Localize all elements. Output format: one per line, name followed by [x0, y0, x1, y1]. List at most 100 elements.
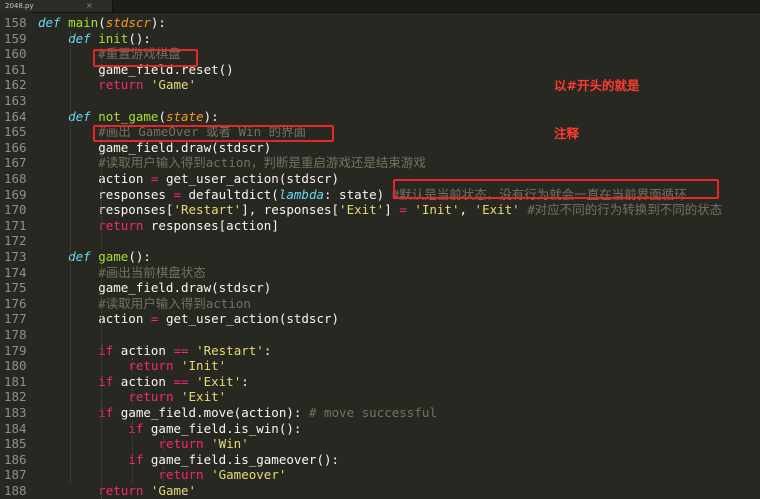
indent-guide	[163, 467, 164, 483]
code-token: ):	[150, 15, 166, 30]
code-token: get_user_action(stdscr)	[158, 171, 340, 186]
line-number: 166	[4, 139, 27, 155]
code-token: :	[241, 373, 249, 389]
code-token: ):	[203, 108, 219, 124]
code-line[interactable]: 186 if game_field.is_gameover():	[0, 452, 760, 468]
code-token: get_user_action(stdscr)	[158, 311, 340, 327]
line-number: 161	[4, 61, 27, 77]
code-token: ], responses[	[241, 202, 340, 218]
line-number: 172	[4, 233, 27, 249]
tab-close-icon[interactable]: ×	[86, 0, 93, 12]
code-line[interactable]: 187 return 'Gameover'	[0, 467, 760, 483]
line-number: 162	[4, 77, 27, 93]
code-text: if action == 'Restart':	[38, 343, 271, 359]
line-number: 170	[4, 202, 27, 218]
line-number: 159	[4, 30, 27, 46]
indent-guide	[132, 358, 133, 374]
code-token: (	[158, 108, 166, 124]
code-line[interactable]: 176 #读取用户输入得到action	[0, 296, 760, 312]
code-line[interactable]: 182 return 'Exit'	[0, 389, 760, 405]
code-line[interactable]: 175 game_field.draw(stdscr)	[0, 280, 760, 296]
code-token: 'Gameover'	[211, 467, 287, 483]
line-number: 174	[4, 264, 27, 280]
code-token: action	[38, 171, 151, 186]
code-token: 'Game'	[150, 483, 197, 498]
code-text: action = get_user_action(stdscr)	[38, 311, 339, 327]
code-line[interactable]: 188 return 'Game'	[0, 483, 760, 499]
line-number: 165	[4, 124, 27, 140]
code-line[interactable]: 174 #画出当前棋盘状态	[0, 265, 760, 281]
code-line[interactable]: 184 if game_field.is_win():	[0, 421, 760, 437]
code-line[interactable]: 172	[0, 233, 760, 249]
indent-guide	[132, 389, 133, 405]
code-token: 'Init'	[181, 358, 227, 374]
code-token: return	[98, 77, 151, 93]
code-text: def not_game(state):	[38, 109, 219, 125]
code-token: 'Exit'	[474, 202, 520, 218]
code-line[interactable]: 179 if action == 'Restart':	[0, 343, 760, 359]
code-token: #读取用户输入得到action	[98, 295, 251, 311]
code-token: stdscr	[105, 15, 151, 30]
line-number: 169	[4, 186, 27, 202]
indent-guide	[101, 264, 102, 499]
line-number: 180	[4, 358, 27, 374]
code-token: def	[68, 30, 99, 46]
code-text: #读取用户输入得到action，判断是重启游戏还是结束游戏	[38, 155, 426, 171]
code-line[interactable]: 173 def game():	[0, 249, 760, 265]
code-token: action	[120, 373, 174, 389]
line-number: 188	[4, 483, 27, 498]
code-token: return	[128, 389, 181, 405]
line-number: 183	[4, 405, 27, 420]
code-line[interactable]: 170 responses['Restart'], responses['Exi…	[0, 202, 760, 218]
code-line[interactable]: 185 return 'Win'	[0, 436, 760, 452]
code-line[interactable]: 158 def main(stdscr):	[0, 15, 760, 31]
code-token: main	[68, 15, 99, 30]
code-token: def	[68, 249, 99, 264]
code-token: game_field.is_gameover():	[150, 451, 340, 467]
code-line[interactable]: 181 if action == 'Exit':	[0, 374, 760, 390]
line-number: 179	[4, 342, 27, 358]
code-text: return 'Game'	[38, 77, 196, 93]
line-number: 181	[4, 373, 27, 389]
code-line[interactable]: 178	[0, 327, 760, 343]
line-number: 167	[4, 155, 27, 171]
code-token: 'Restart'	[173, 202, 242, 218]
line-number: 184	[4, 420, 27, 436]
line-number: 186	[4, 451, 27, 467]
code-token: defaultdict(	[181, 186, 279, 202]
code-token: action	[38, 311, 151, 327]
code-text: game_field.draw(stdscr)	[38, 140, 271, 156]
code-token: return	[158, 436, 212, 452]
line-number: 160	[4, 46, 27, 62]
code-token: ,	[459, 202, 475, 218]
code-line[interactable]: 177 action = get_user_action(stdscr)	[0, 311, 760, 327]
code-text: #画出当前棋盘状态	[38, 265, 206, 281]
code-token: : state)	[324, 186, 392, 202]
code-line[interactable]: 180 return 'Init'	[0, 358, 760, 374]
indent-guide	[163, 436, 164, 452]
code-token: ]	[384, 202, 400, 218]
code-text: if game_field.is_win():	[38, 421, 301, 437]
tab-2048-py[interactable]: 2048.py ×	[0, 0, 113, 12]
line-number: 182	[4, 389, 27, 405]
code-line[interactable]: 171 return responses[action]	[0, 218, 760, 234]
code-token: return	[98, 217, 151, 233]
indent-guide	[70, 30, 71, 483]
code-editor[interactable]: 158 def main(stdscr): 159 def init(): 160 #…	[0, 12, 760, 499]
code-token: 'Win'	[211, 436, 249, 452]
code-token: :	[263, 342, 272, 358]
code-line[interactable]: 183 if game_field.move(action): # move s…	[0, 405, 760, 421]
code-token: 'Exit'	[181, 389, 227, 405]
code-token: game_field.move(action):	[120, 405, 309, 420]
line-number: 168	[4, 171, 27, 186]
code-line[interactable]: 159 def init():	[0, 31, 760, 47]
code-token: return	[128, 358, 181, 374]
